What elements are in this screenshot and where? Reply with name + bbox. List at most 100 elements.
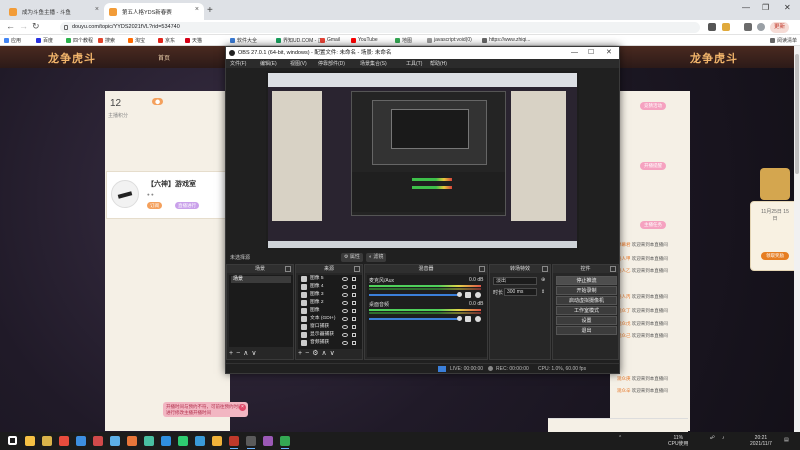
chat-user[interactable]: 观众庚 [617, 376, 631, 381]
bookmark-item[interactable]: 百度 [36, 37, 53, 44]
mixer-channel-1-volume-knob[interactable] [457, 292, 462, 297]
live-status-button[interactable]: 直播进行 [175, 202, 199, 209]
start-recording-button[interactable]: 开始录制 [556, 286, 617, 295]
menu-help[interactable]: 帮助(H) [430, 60, 447, 67]
mixer-channel-2-volume-slider[interactable] [369, 318, 459, 320]
lock-icon[interactable] [352, 309, 356, 313]
stop-streaming-button[interactable]: 停止推流 [556, 276, 617, 285]
visibility-eye-icon[interactable] [342, 333, 348, 337]
bookmark-item[interactable]: 搜索 [98, 37, 115, 44]
properties-button[interactable]: ⚙ 属性 [341, 253, 363, 262]
source-item[interactable]: 图像 2 [300, 299, 360, 307]
notification-icon[interactable]: ▤ [784, 437, 789, 443]
app-icon-3[interactable] [59, 436, 69, 446]
lock-icon[interactable] [352, 341, 356, 345]
visibility-eye-icon[interactable] [342, 277, 348, 281]
scrollbar-thumb[interactable] [795, 54, 799, 174]
source-item[interactable]: 显示器捕获 [300, 331, 360, 339]
close-window-icon[interactable]: ✕ [784, 3, 791, 12]
edge-icon[interactable] [161, 436, 171, 446]
menu-scene-collection[interactable]: 场景集合(S) [360, 60, 387, 67]
network-tray-icon[interactable]: ☍ [710, 435, 715, 441]
extension-icon-2[interactable] [722, 23, 730, 31]
exit-button[interactable]: 退出 [556, 326, 617, 335]
bookmark-item[interactable]: 京东 [158, 37, 175, 44]
bookmark-item[interactable]: 天猫 [185, 37, 202, 44]
lock-icon[interactable] [352, 333, 356, 337]
duration-input[interactable]: 300 ms [504, 288, 537, 296]
source-item[interactable]: 图像 5 [300, 275, 360, 283]
bookmark-item[interactable]: javascript:void(0) [427, 37, 472, 43]
app-icon-7[interactable] [127, 436, 137, 446]
reload-icon[interactable]: ↻ [32, 21, 40, 32]
tab-close-icon[interactable]: × [195, 6, 199, 13]
visibility-eye-icon[interactable] [342, 341, 348, 345]
menu-tools[interactable]: 工具(T) [406, 60, 422, 67]
new-tab-icon[interactable]: + [207, 5, 213, 16]
source-item[interactable]: 图像 4 [300, 283, 360, 291]
chat-input-bar[interactable] [548, 418, 688, 432]
bookmark-item[interactable]: 淘宝 [128, 37, 145, 44]
visibility-eye-icon[interactable] [342, 293, 348, 297]
transition-type-select[interactable]: 淡出 [493, 277, 537, 285]
dock-float-icon[interactable] [542, 266, 548, 272]
cpu-usage[interactable]: 11% CPU使用 [668, 435, 689, 447]
filters-button[interactable]: ◐ 滤镜 [366, 253, 387, 262]
chrome-icon[interactable] [280, 436, 290, 449]
app-icon-8[interactable] [144, 436, 154, 446]
page-scrollbar[interactable] [794, 46, 800, 432]
update-button[interactable]: 更新 [770, 22, 790, 33]
gear-icon[interactable] [475, 316, 481, 322]
browser-tab-1[interactable]: 成为斗鱼主播 - 斗鱼 × [4, 3, 104, 20]
obs-preview[interactable] [266, 71, 579, 250]
menu-file[interactable]: 文件(F) [230, 60, 246, 67]
source-item[interactable]: 窗口捕获 [300, 323, 360, 331]
lock-icon[interactable] [352, 293, 356, 297]
speaker-icon[interactable] [465, 292, 471, 298]
app-icon-4[interactable] [76, 436, 86, 446]
app-icon-12[interactable] [212, 436, 222, 446]
bookmark-item[interactable]: https://www.zhiqi... [482, 37, 530, 43]
right-chip-1[interactable]: 竞猜活动 [640, 102, 666, 110]
move-down-icon[interactable]: ∨ [251, 350, 259, 357]
minimize-icon[interactable]: — [742, 3, 750, 12]
app-icon-13[interactable] [229, 436, 239, 449]
browser-tab-2[interactable]: 第五人格YDS新春赛 × [104, 3, 204, 20]
obs-close-icon[interactable]: ✕ [606, 47, 612, 59]
scene-item[interactable]: 场景 [231, 276, 291, 283]
speaker-icon[interactable] [465, 316, 471, 322]
gear-icon[interactable] [475, 292, 481, 298]
menu-edit[interactable]: 编辑(E) [260, 60, 277, 67]
start-virtual-camera-button[interactable]: 启动虚拟摄像机 [556, 296, 617, 305]
bookmark-item[interactable]: 地图 [395, 37, 412, 44]
address-bar[interactable]: douyu.com/topic/YYDS2021fVL?rid=534740 [60, 22, 700, 33]
dock-float-icon[interactable] [610, 266, 616, 272]
visibility-eye-icon[interactable] [342, 317, 348, 321]
bookmark-item[interactable]: 应用 [4, 37, 21, 44]
maximize-icon[interactable]: ❐ [762, 3, 769, 12]
puzzle-icon[interactable] [744, 23, 752, 31]
studio-mode-button[interactable]: 工作室模式 [556, 306, 617, 315]
obs-minimize-icon[interactable]: — [571, 47, 578, 59]
settings-button[interactable]: 设置 [556, 316, 617, 325]
move-down-icon[interactable]: ∨ [330, 350, 338, 357]
mixer-channel-1-volume-slider[interactable] [369, 294, 459, 296]
lock-icon[interactable] [352, 277, 356, 281]
lock-icon[interactable] [352, 285, 356, 289]
visibility-eye-icon[interactable] [342, 285, 348, 289]
source-item[interactable]: 文本 (GDI+) [300, 315, 360, 323]
dock-float-icon[interactable] [479, 266, 485, 272]
app-icon-10[interactable] [178, 436, 188, 446]
chat-user[interactable]: 观众辛 [617, 388, 631, 393]
subscribe-button[interactable]: 订阅 [147, 202, 162, 209]
bookmark-item[interactable]: 软件大全 [230, 37, 257, 44]
volume-tray-icon[interactable]: ♪ [722, 435, 725, 441]
profile-avatar-icon[interactable] [757, 23, 765, 31]
source-item[interactable]: 音频捕获 [300, 339, 360, 347]
clock[interactable]: 20:21 2021/11/7 [750, 435, 772, 447]
file-explorer-icon[interactable] [25, 436, 35, 446]
lock-icon[interactable] [352, 325, 356, 329]
dock-float-icon[interactable] [354, 266, 360, 272]
menu-docks[interactable]: 停靠部件(D) [318, 60, 345, 67]
app-icon-5[interactable] [93, 436, 103, 446]
